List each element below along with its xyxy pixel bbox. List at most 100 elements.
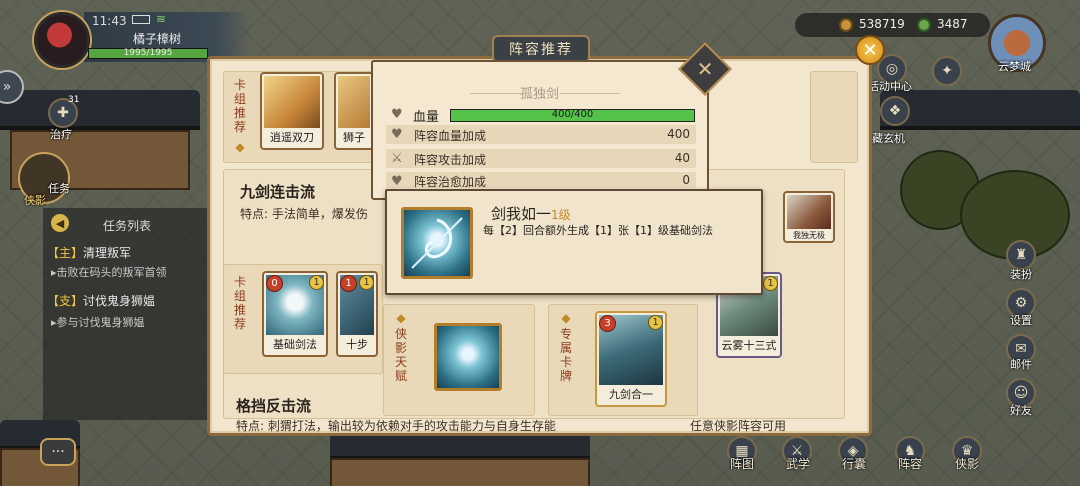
silver-coin-icon bbox=[839, 18, 853, 32]
player-hp-bar: 1995/1995 bbox=[88, 48, 208, 59]
section-description: 特点: 手法简单，爆发伤 bbox=[240, 207, 368, 221]
stat-row: ♥ 阵容治愈加成 0 bbox=[386, 172, 696, 189]
card-name: 九剑合一 bbox=[609, 388, 653, 401]
task-item[interactable]: 【主】清理叛军 bbox=[47, 244, 131, 261]
jade-amount: 3487 bbox=[937, 17, 968, 31]
card[interactable]: 逍遥双刀 bbox=[260, 72, 324, 150]
hero-art bbox=[787, 195, 831, 229]
card-level: 1 bbox=[763, 276, 778, 291]
card-name: 逍遥双刀 bbox=[270, 131, 314, 144]
skill-name: 剑我如一1级 bbox=[491, 205, 571, 223]
compass-icon[interactable]: ✦ bbox=[932, 56, 962, 86]
bottom-menu-label: 阵图 bbox=[730, 457, 755, 471]
card[interactable]: 狮子 bbox=[334, 72, 374, 150]
stat-row: ♥ 阵容血量加成 400 bbox=[386, 125, 696, 144]
card-name: 云雾十三式 bbox=[721, 339, 777, 352]
swirl-icon bbox=[411, 217, 463, 269]
card[interactable]: 0 1 基础剑法 bbox=[262, 271, 328, 357]
talent-icon[interactable] bbox=[434, 323, 502, 391]
bottom-menu-label: 武学 bbox=[786, 457, 811, 471]
task-label: 任务 bbox=[48, 182, 70, 195]
heart-icon: ♥ bbox=[391, 174, 403, 189]
vertical-label: 卡组推荐 bbox=[233, 275, 246, 331]
chat-icon[interactable]: ··· bbox=[40, 438, 76, 466]
player-hp-text: 1995/1995 bbox=[123, 48, 173, 58]
sword-icon: ⚔ bbox=[391, 151, 403, 166]
right-menu-label: 好友 bbox=[1010, 404, 1032, 417]
bottom-menu-label: 行囊 bbox=[842, 457, 867, 471]
card-cost: 1 bbox=[340, 275, 357, 292]
skill-icon bbox=[401, 207, 473, 279]
card-name: 狮子 bbox=[343, 131, 365, 144]
battery-icon bbox=[132, 15, 150, 24]
task-detail: ▸击败在码头的叛军首领 bbox=[51, 266, 167, 279]
task-list-panel: ◀ 任务列表 【主】清理叛军 ▸击败在码头的叛军首领 【支】讨伐鬼身狮媪 ▸参与… bbox=[43, 208, 211, 420]
stat-row: ⚔ 阵容攻击加成 40 bbox=[386, 149, 696, 168]
card-name: 十步 bbox=[346, 338, 368, 351]
task-item[interactable]: 【支】讨伐鬼身狮媪 bbox=[47, 292, 155, 309]
right-menu-label: 装扮 bbox=[1010, 268, 1032, 281]
talent-area: ◆ 侠影天赋 bbox=[383, 304, 535, 416]
section-extra: 任意侠影阵容可用 bbox=[690, 419, 787, 433]
exclusive-card[interactable]: 3 1 九剑合一 bbox=[595, 311, 667, 407]
bottom-menu-label: 侠影 bbox=[955, 457, 980, 471]
hidden-treasure-icon[interactable]: ❖ bbox=[880, 96, 910, 126]
skill-description: 每【2】回合额外生成【1】张【1】级基础剑法 bbox=[483, 224, 713, 237]
divider bbox=[470, 93, 530, 94]
bottom-menu-label: 阵容 bbox=[898, 457, 923, 471]
card-level: 1 bbox=[359, 275, 374, 290]
jade-icon bbox=[917, 18, 931, 32]
wifi-icon: ≋ bbox=[156, 12, 167, 26]
task-title: 清理叛军 bbox=[83, 246, 132, 260]
resource-bar: 538719 3487 bbox=[795, 13, 990, 37]
close-icon[interactable]: ✕ bbox=[686, 50, 724, 88]
silver-amount: 538719 bbox=[859, 17, 905, 31]
stat-label: 阵容攻击加成 bbox=[414, 153, 487, 167]
right-menu-label: 藏玄机 bbox=[872, 132, 905, 145]
collapse-arrow-icon[interactable]: ◀ bbox=[51, 214, 69, 232]
vertical-label: 卡组推荐 bbox=[233, 78, 246, 134]
card-art bbox=[264, 76, 320, 128]
right-menu-label: 邮件 bbox=[1010, 358, 1032, 371]
hero-portrait[interactable]: 我独无极 bbox=[783, 191, 835, 243]
card-art bbox=[338, 76, 370, 128]
task-list-header: 任务列表 bbox=[103, 219, 152, 233]
right-menu-label: 设置 bbox=[1010, 314, 1032, 327]
close-icon[interactable]: ✕ bbox=[855, 35, 885, 65]
deck-section bbox=[810, 71, 858, 163]
stat-value: 400 bbox=[667, 127, 690, 141]
task-tag: 【主】 bbox=[47, 246, 84, 260]
diamond-icon: ◆ bbox=[561, 311, 571, 325]
stat-label: 阵容治愈加成 bbox=[414, 175, 487, 189]
card-cost: 0 bbox=[266, 275, 283, 292]
card-cost: 3 bbox=[599, 315, 616, 332]
section-title: 格挡反击流 bbox=[236, 397, 312, 415]
clock-time: 11:43 bbox=[92, 14, 127, 28]
task-title: 讨伐鬼身狮媪 bbox=[83, 294, 156, 308]
stat-label: 阵容血量加成 bbox=[414, 129, 487, 143]
task-detail: ▸参与讨伐鬼身狮媪 bbox=[51, 316, 145, 329]
task-tag: 【支】 bbox=[47, 294, 84, 308]
divider bbox=[560, 93, 620, 94]
card-level: 1 bbox=[648, 315, 663, 330]
hero-hp-bar: 400/400 bbox=[450, 109, 695, 122]
card[interactable]: 1 1 十步 bbox=[336, 271, 378, 357]
card-name: 基础剑法 bbox=[273, 338, 317, 351]
exclusive-card-area: ◆ 专属卡牌 3 1 九剑合一 bbox=[548, 304, 698, 416]
section-description: 特点: 刺猬打法，输出较为依赖对手的攻击能力与自身生存能 bbox=[236, 419, 556, 433]
hero-hp-text: 400/400 bbox=[551, 109, 594, 120]
deck-card-area: 卡组推荐 0 1 基础剑法 1 1 十步 bbox=[223, 264, 383, 374]
city-label: 云梦城 bbox=[998, 60, 1031, 73]
skill-level: 1级 bbox=[551, 208, 571, 222]
card-level: 1 bbox=[309, 275, 324, 290]
section-title: 九剑连击流 bbox=[240, 183, 316, 201]
hp-label: 血量 bbox=[413, 110, 440, 125]
heart-icon: ♥ bbox=[391, 107, 403, 122]
player-name: 橘子樟树 bbox=[133, 32, 182, 46]
right-menu-label: 活动中心 bbox=[868, 80, 912, 93]
hero-name: 我独无极 bbox=[793, 231, 825, 240]
avatar[interactable] bbox=[34, 12, 90, 68]
diamond-icon: ◆ bbox=[396, 311, 406, 325]
heal-label: 治疗 bbox=[50, 128, 72, 141]
heart-icon: ♥ bbox=[391, 127, 403, 142]
